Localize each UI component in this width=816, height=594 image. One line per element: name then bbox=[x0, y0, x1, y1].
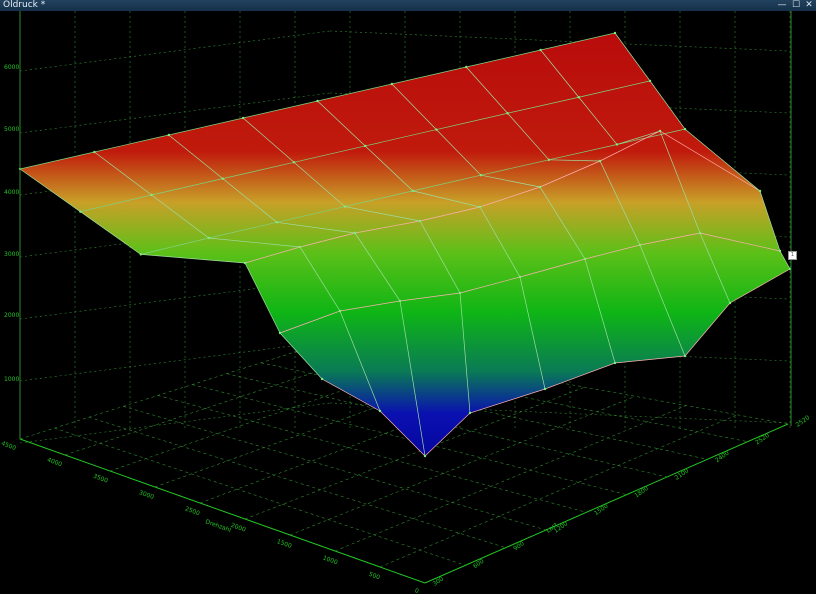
mesh-node bbox=[638, 243, 642, 247]
mesh-node bbox=[353, 231, 357, 235]
mesh-node bbox=[543, 387, 547, 391]
mesh-node bbox=[538, 185, 542, 189]
x-tick-label: 500 bbox=[368, 571, 381, 582]
x-tick-label: 4000 bbox=[46, 456, 63, 468]
x-tick-label: 4500 bbox=[0, 440, 17, 452]
y-tick-label: 1800 bbox=[633, 485, 650, 500]
y-tick-label: 2520 bbox=[795, 414, 812, 429]
z-tick-label: 2000 bbox=[4, 312, 19, 319]
mesh-node bbox=[547, 158, 551, 162]
z-tick-label: 6000 bbox=[4, 64, 19, 71]
mesh-node bbox=[241, 116, 245, 120]
y-tick-label: 900 bbox=[512, 540, 526, 552]
grid-line bbox=[19, 402, 331, 444]
mesh-node bbox=[458, 291, 462, 295]
z-tick-label: 4000 bbox=[4, 189, 19, 196]
mesh-node bbox=[613, 31, 617, 35]
mesh-node bbox=[658, 129, 662, 133]
maximize-button[interactable]: ☐ bbox=[790, 0, 802, 11]
mesh-node bbox=[577, 96, 580, 99]
mesh-node bbox=[207, 236, 211, 240]
mesh-node bbox=[583, 257, 587, 261]
z-tick-label: 3000 bbox=[4, 251, 19, 258]
x-axis-line bbox=[19, 438, 426, 584]
mesh-node bbox=[221, 177, 224, 180]
mesh-node bbox=[423, 454, 427, 458]
mesh-node bbox=[683, 354, 687, 358]
y-tick-label: 2520 bbox=[754, 432, 771, 447]
mesh-node bbox=[338, 309, 342, 313]
x-tick-label: 3500 bbox=[92, 473, 109, 485]
floor-grid-line bbox=[157, 395, 587, 513]
mesh-node bbox=[278, 331, 282, 335]
mesh-node bbox=[598, 159, 602, 163]
surface-plot[interactable]: 1000200030004000500060004500400035003000… bbox=[0, 11, 816, 594]
mesh-node bbox=[139, 253, 142, 256]
mesh-node bbox=[648, 79, 652, 83]
mesh-node bbox=[390, 82, 394, 86]
window-title: Öldruck * bbox=[3, 0, 46, 10]
mesh-node bbox=[479, 173, 483, 177]
grid-line bbox=[19, 340, 331, 382]
floor-grid-line bbox=[54, 427, 466, 566]
mesh-node bbox=[728, 301, 732, 305]
x-tick-label: 1500 bbox=[276, 538, 293, 550]
mesh-node bbox=[150, 193, 153, 197]
floor-grid-line bbox=[334, 405, 687, 552]
mesh-node bbox=[167, 133, 170, 137]
mesh-node bbox=[93, 150, 96, 154]
mesh-node bbox=[465, 65, 468, 69]
mesh-node bbox=[418, 219, 422, 223]
x-tick-label: 2500 bbox=[184, 505, 201, 517]
z-tick-label: 1000 bbox=[4, 376, 19, 383]
mesh-node bbox=[320, 377, 324, 381]
mesh-node bbox=[698, 231, 702, 235]
mesh-node bbox=[683, 127, 687, 131]
z-tick-label: 5000 bbox=[4, 126, 19, 133]
grid-line bbox=[19, 30, 331, 72]
mesh-node bbox=[298, 245, 302, 249]
mesh-node bbox=[478, 205, 482, 209]
x-axis-title: Drehzahl bbox=[204, 518, 232, 534]
y-tick-label: 300 bbox=[432, 575, 446, 587]
mesh-node bbox=[316, 99, 319, 103]
mesh-node bbox=[758, 189, 762, 193]
minimize-button[interactable]: — bbox=[776, 0, 788, 11]
mesh-node bbox=[518, 275, 522, 279]
mesh-node bbox=[243, 261, 247, 265]
mesh-node bbox=[343, 205, 347, 208]
x-tick-label: 1000 bbox=[322, 554, 339, 566]
mesh-node bbox=[275, 221, 279, 224]
y-tick-label: 2100 bbox=[674, 467, 691, 482]
y-tick-label: 1500 bbox=[593, 502, 610, 517]
mesh-node bbox=[398, 299, 402, 303]
window-titlebar: Öldruck * — ☐ ✕ bbox=[0, 0, 816, 11]
x-tick-label: 3000 bbox=[138, 489, 155, 501]
surface-layer bbox=[18, 31, 792, 458]
mesh-node bbox=[292, 161, 296, 164]
y-tick-label: 600 bbox=[472, 558, 486, 570]
floor-grid-line bbox=[19, 340, 331, 440]
close-button[interactable]: ✕ bbox=[803, 0, 815, 11]
mesh-node bbox=[506, 112, 509, 115]
mesh-node bbox=[468, 411, 472, 415]
mesh-node bbox=[435, 128, 438, 131]
mesh-node bbox=[79, 210, 82, 213]
mesh-node bbox=[364, 144, 367, 148]
surface-fill bbox=[20, 33, 790, 456]
x-tick-label: 0 bbox=[414, 587, 420, 594]
value-marker-handle[interactable]: 1 bbox=[788, 251, 797, 260]
mesh-node bbox=[411, 189, 415, 193]
x-tick-label: 2000 bbox=[230, 522, 247, 534]
mesh-node bbox=[378, 409, 382, 413]
mesh-node bbox=[613, 361, 617, 365]
mesh-node bbox=[539, 48, 542, 52]
mesh-node bbox=[778, 249, 782, 253]
y-tick-label: 2400 bbox=[714, 449, 731, 464]
mesh-node bbox=[615, 143, 619, 146]
